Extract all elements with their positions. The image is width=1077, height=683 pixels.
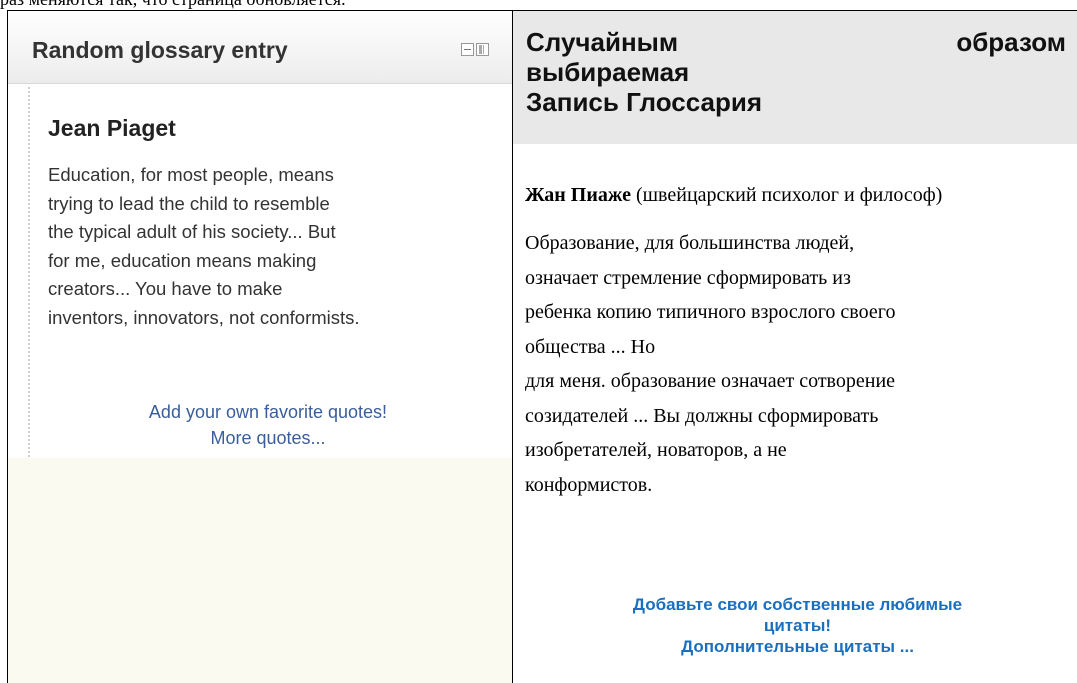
block-header: Random glossary entry [8, 11, 512, 84]
ru-add-quotes-link-line2[interactable]: цитаты! [525, 615, 1070, 636]
ru-quote: Образование, для большинства людей, озна… [525, 226, 1070, 502]
ru-title-box: Случайным образом выбираемая Запись Глос… [513, 11, 1077, 144]
ru-title: Случайным образом выбираемая Запись Глос… [526, 27, 1066, 117]
ru-quote-line: Образование, для большинства людей, [525, 232, 855, 254]
more-quotes-link[interactable]: More quotes... [48, 425, 488, 451]
ru-quote-line: конформистов. [525, 473, 653, 496]
entry-line: Education, for most people, means [48, 164, 334, 185]
left-links: Add your own favorite quotes! More quote… [48, 399, 488, 451]
ru-quote-line: общества ... Но [525, 335, 656, 358]
entry-line: inventors, innovators, not conformists. [48, 306, 360, 328]
left-cell: Random glossary entry Jean Piaget Educat… [8, 11, 512, 683]
ru-quote-line: созидателей ... Вы должны сформировать [525, 404, 879, 427]
dock-icon[interactable] [476, 43, 489, 56]
ru-title-line1: Случайным образом [526, 27, 1066, 57]
entry-line: creators... You have to make [48, 278, 283, 299]
dotted-divider [28, 87, 30, 457]
entry-line: trying to lead the child to resemble [48, 192, 330, 214]
entry-name: Jean Piaget [48, 115, 176, 141]
ru-more-quotes-link[interactable]: Дополнительные цитаты ... [525, 636, 1070, 657]
ru-quote-line: изобретателей, новаторов, а не [525, 439, 787, 461]
ru-quote-line: для меня. образование означает сотворени… [525, 370, 896, 392]
ru-links: Добавьте свои собственные любимые цитаты… [525, 594, 1070, 657]
ru-add-quotes-link[interactable]: Добавьте свои собственные любимые цитаты… [525, 594, 1070, 636]
ru-title-word: Случайным [526, 27, 679, 57]
add-quotes-link[interactable]: Add your own favorite quotes! [48, 399, 488, 425]
ru-title-line3: Запись Глоссария [526, 87, 762, 117]
ru-add-quotes-link-line1[interactable]: Добавьте свои собственные любимые [525, 594, 1070, 615]
ru-quote-line: означает стремление сформировать из [525, 266, 851, 289]
random-glossary-block: Random glossary entry Jean Piaget Educat… [8, 11, 512, 458]
ru-title-line2: выбираемая [526, 57, 690, 87]
ru-entry-body: Жан Пиаже (швейцарский психолог и филосо… [525, 178, 1070, 502]
entry-line: the typical adult of his society... But [48, 221, 336, 242]
entry-text: Education, for most people, means trying… [48, 161, 488, 332]
block-title: Random glossary entry [32, 37, 288, 63]
entry-line: for me, education means making [48, 249, 317, 271]
ru-entry-desc: (швейцарский психолог и философ) [631, 184, 943, 206]
ru-quote-line: ребенка копию типичного взрослого своего [525, 301, 896, 323]
ru-entry-heading: Жан Пиаже (швейцарский психолог и филосо… [525, 178, 1070, 212]
ru-title-word: образом [956, 27, 1066, 57]
ru-entry-name: Жан Пиаже [525, 184, 631, 206]
minus-box-icon[interactable] [461, 43, 474, 56]
